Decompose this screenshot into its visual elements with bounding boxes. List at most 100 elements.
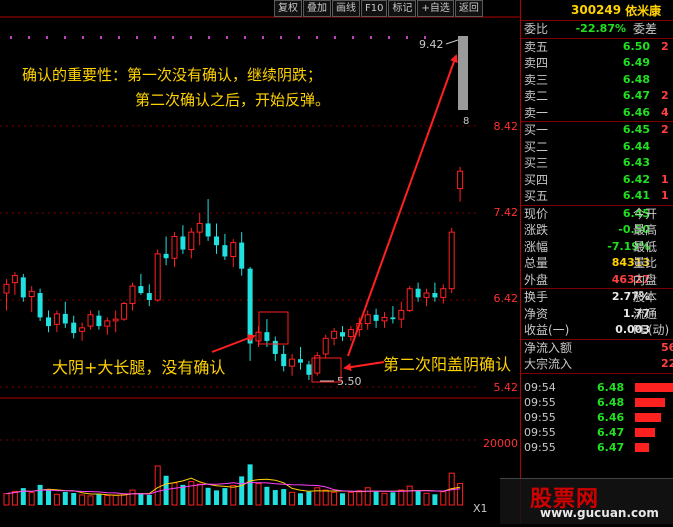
volume-bar — [406, 485, 413, 506]
price-tick-label: 5.42 — [494, 381, 519, 394]
candle-body — [289, 358, 296, 367]
bid-volume: 2 — [661, 123, 669, 136]
restore-rights-button[interactable]: 复权 — [274, 0, 302, 17]
tick-price: 6.48 — [597, 380, 625, 394]
ask-row[interactable]: 卖四 6.49 — [521, 55, 673, 72]
candle-body — [222, 245, 228, 257]
stock-header: 300249 依米康 — [521, 0, 673, 21]
volume-bar — [457, 483, 464, 506]
stat-label-2: 量比 — [633, 256, 658, 270]
ask-price: 6.47 — [622, 89, 650, 102]
bid-row[interactable]: 买一 6.45 2 — [521, 122, 673, 139]
volume-bar — [340, 493, 345, 505]
volume-bar — [112, 494, 119, 506]
left-arrow — [211, 334, 256, 353]
candle-body — [364, 314, 371, 324]
stat-label: 总量 — [524, 256, 549, 270]
bid-price: 6.45 — [622, 123, 650, 136]
tick-row[interactable]: 09:55 6.46 — [521, 410, 673, 425]
bid-label: 买四 — [524, 172, 549, 187]
tick-row[interactable]: 09:55 6.47 — [521, 425, 673, 440]
tick-row[interactable]: 09:54 6.48 — [521, 380, 673, 395]
kline-chart[interactable]: 8.42 7.42 6.42 5.42 20000 X1 9.42 8 5.50… — [0, 0, 520, 523]
tick-row[interactable]: 09:55 6.48 — [521, 395, 673, 410]
tick-time: 09:55 — [524, 395, 556, 409]
candle-body — [298, 359, 303, 363]
f10-button[interactable]: F10 — [361, 0, 388, 17]
ask-price: 6.48 — [622, 72, 650, 86]
order-ratio-label: 委比 — [524, 22, 549, 36]
tick-volume-bar — [635, 427, 655, 437]
ask-row[interactable]: 卖三 6.48 — [521, 72, 673, 89]
top-mark — [244, 36, 246, 39]
bid-volume: 1 — [661, 189, 669, 202]
ask-volume: 2 — [661, 39, 669, 53]
bid-row[interactable]: 买三 6.43 — [521, 155, 673, 172]
bid-row[interactable]: 买二 6.44 — [521, 139, 673, 156]
stat2-label: 收益(一) — [524, 323, 570, 337]
stat2-label: 换手 — [524, 290, 549, 304]
volume-bar — [171, 482, 178, 506]
tick-list[interactable]: 09:54 6.48 09:55 6.48 09:55 6.46 09:55 6.47 … — [521, 374, 673, 455]
candle-body — [373, 314, 379, 321]
price-tick-label: 7.42 — [494, 206, 519, 219]
candle-body — [154, 253, 161, 301]
stock-name: 依米康 — [625, 3, 662, 18]
bid-row[interactable]: 买五 6.41 1 — [521, 188, 673, 205]
flow-value: 566 — [661, 340, 673, 354]
candle-body — [171, 235, 178, 259]
stat2-label-2: 流通 — [633, 306, 658, 321]
volume-bar — [146, 494, 152, 505]
candles[interactable] — [3, 166, 464, 381]
flow-label: 大宗流入 — [524, 357, 573, 371]
volume-bar — [432, 494, 438, 505]
volume-bars[interactable] — [3, 464, 464, 506]
stat2-label-2: 股本 — [633, 290, 658, 304]
candle-body — [28, 290, 35, 298]
x-marker-label: X1 — [473, 502, 488, 515]
add-watchlist-button[interactable]: +自选 — [417, 0, 454, 17]
volume-bar — [205, 487, 211, 505]
candle-body — [432, 293, 438, 298]
candle-body — [53, 313, 60, 325]
tick-price: 6.48 — [597, 395, 625, 409]
ask-row[interactable]: 卖二 6.47 2 — [521, 88, 673, 105]
candle-body — [398, 309, 405, 320]
mark-button[interactable]: 标记 — [388, 0, 417, 17]
bid-book: 买一 6.45 2 买二 6.44 买三 6.43 买四 6.42 1 买五 6.41 1 — [521, 122, 673, 206]
stat-row: 外盘 46327 内盘 — [521, 272, 673, 289]
stat-label-2: 内盘 — [633, 272, 658, 287]
candle-body — [440, 288, 447, 298]
overlay-button[interactable]: 叠加 — [303, 0, 331, 17]
high-price-label: 9.42 — [419, 38, 444, 51]
candle-body — [11, 275, 18, 284]
draw-line-button[interactable]: 画线 — [332, 0, 360, 17]
candle-body — [230, 242, 237, 258]
ask-row[interactable]: 卖一 6.46 4 — [521, 105, 673, 122]
volume-bar — [331, 491, 338, 506]
quote-stats: 现价 6.45 今开 涨跌 -0.50 最高 涨幅 -7.19% 最低 总量 84313 量比 … — [521, 206, 673, 289]
ask-price: 6.50 — [622, 39, 650, 53]
tick-price: 6.47 — [597, 425, 625, 439]
bid-row[interactable]: 买四 6.42 1 — [521, 172, 673, 189]
top-mark — [226, 36, 228, 39]
kline-chart-svg[interactable]: 8.42 7.42 6.42 5.42 20000 X1 9.42 8 5.50… — [0, 0, 520, 523]
candle-body — [121, 302, 128, 320]
flow-label: 净流入额 — [524, 340, 573, 355]
volume-bar — [104, 495, 111, 506]
volume-bar — [247, 464, 253, 505]
ask-label: 卖三 — [524, 72, 549, 87]
candle-body — [390, 317, 396, 320]
top-mark — [316, 36, 318, 39]
candle-body — [423, 292, 430, 298]
ask-volume: 4 — [661, 105, 669, 119]
bid-price: 6.41 — [622, 189, 650, 202]
volume-bar — [71, 492, 77, 505]
top-mark — [370, 36, 372, 39]
ask-book: 卖五 6.50 2 卖四 6.49 卖三 6.48 卖二 6.47 2 卖一 6.46 4 — [521, 39, 673, 122]
top-dotted-marks — [10, 36, 426, 39]
volume-bar — [154, 465, 161, 506]
ask-row[interactable]: 卖五 6.50 2 — [521, 39, 673, 56]
tick-row[interactable]: 09:55 6.47 — [521, 440, 673, 455]
back-button[interactable]: 返回 — [454, 0, 483, 17]
